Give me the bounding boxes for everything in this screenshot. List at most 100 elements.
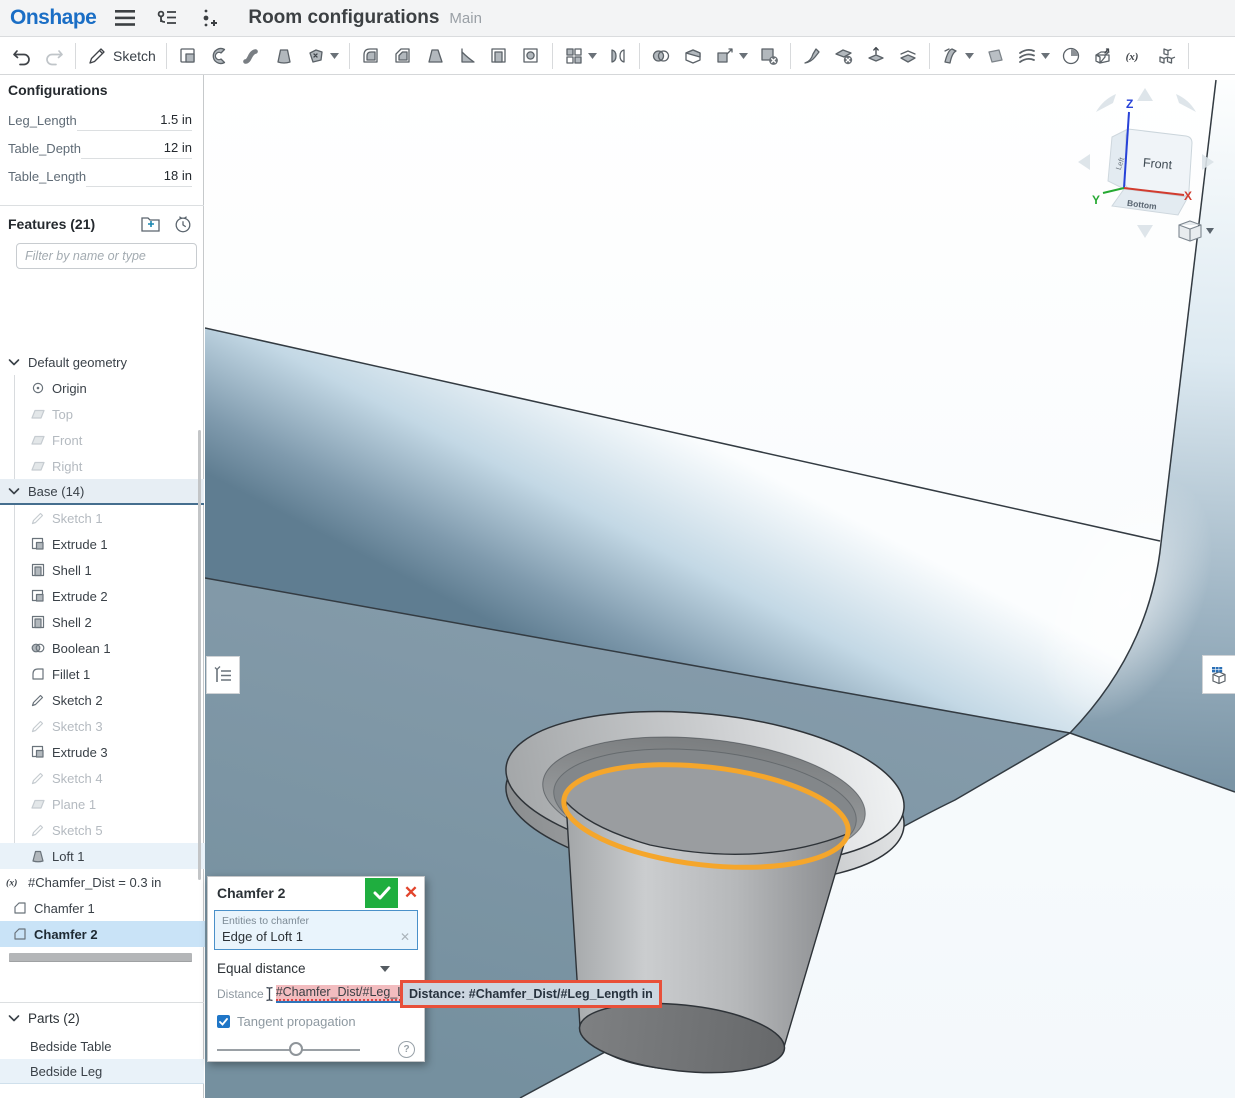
helix-icon: [1016, 45, 1038, 67]
config-row[interactable]: Table_Depth 12 in: [8, 132, 192, 159]
clear-selection-icon[interactable]: ✕: [400, 930, 410, 944]
create-version-button[interactable]: [196, 5, 222, 31]
dialog-header[interactable]: Chamfer 2 ✕: [208, 877, 424, 909]
chevron-down-icon: [739, 53, 748, 59]
feature-list-toggle-button[interactable]: [206, 656, 240, 694]
move-face-button[interactable]: [860, 41, 892, 71]
chevron-down-icon: [965, 53, 974, 59]
distance-input[interactable]: #Chamfer_Dist/#Leg_L: [276, 985, 414, 1003]
panel-scrollbar[interactable]: [198, 430, 201, 880]
config-row[interactable]: Table_Length 18 in: [8, 160, 192, 187]
circular-pattern-button[interactable]: [1055, 41, 1087, 71]
feature-row[interactable]: Default geometry: [0, 349, 210, 375]
feature-row[interactable]: Origin: [0, 375, 234, 401]
shell-button[interactable]: [483, 41, 515, 71]
primitives-button[interactable]: [1151, 41, 1183, 71]
top-bar: Onshape Room configurations Main: [0, 0, 1235, 37]
help-icon[interactable]: ?: [398, 1041, 415, 1058]
config-value[interactable]: 1.5 in: [77, 112, 192, 131]
extrude-button[interactable]: [172, 41, 204, 71]
cancel-button[interactable]: ✕: [398, 878, 424, 908]
variable-button[interactable]: (x): [1119, 41, 1151, 71]
tangent-propagation-row[interactable]: Tangent propagation: [208, 1005, 424, 1029]
new-folder-icon[interactable]: [140, 214, 162, 234]
divider: [0, 1002, 204, 1003]
hole-button[interactable]: [515, 41, 547, 71]
distance-row: Distance #Chamfer_Dist/#Leg_L: [208, 982, 424, 1005]
distance-value-selected[interactable]: #Chamfer_Dist/#Leg_L: [276, 985, 405, 1001]
extrude-icon: [30, 744, 46, 760]
replace-face-button[interactable]: [892, 41, 924, 71]
entities-to-chamfer-field[interactable]: Entities to chamfer Edge of Loft 1 ✕: [214, 910, 418, 950]
slider-knob[interactable]: [289, 1042, 303, 1056]
chevron-down-icon: [330, 53, 339, 59]
chamfer-dialog: Chamfer 2 ✕ Entities to chamfer Edge of …: [207, 876, 425, 1062]
delete-part-button[interactable]: [753, 41, 785, 71]
chamfer-button[interactable]: [387, 41, 419, 71]
graphics-area[interactable]: Front Left Bottom Z X Y: [205, 75, 1235, 1098]
feature-row[interactable]: Top: [0, 401, 234, 427]
chamfer-type-select[interactable]: Equal distance: [208, 956, 424, 982]
offset-surface-button[interactable]: [935, 41, 979, 71]
draft-button[interactable]: [419, 41, 451, 71]
dialog-slider[interactable]: [217, 1049, 360, 1051]
undo-button[interactable]: [6, 41, 38, 71]
distance-tooltip: Distance: #Chamfer_Dist/#Leg_Length in: [400, 980, 662, 1008]
rib-button[interactable]: [451, 41, 483, 71]
document-title: Room configurations: [248, 7, 439, 29]
sheet-metal-button[interactable]: [1087, 41, 1119, 71]
transform-button[interactable]: [709, 41, 753, 71]
version-tree-button[interactable]: [154, 5, 180, 31]
sweep-button[interactable]: [236, 41, 268, 71]
toolbar-separator: [166, 43, 167, 69]
feature-label: Extrude 3: [52, 745, 108, 760]
tangent-propagation-checkbox[interactable]: [217, 1015, 230, 1028]
chamfer-type-value: Equal distance: [217, 961, 306, 976]
hole-icon: [520, 45, 542, 67]
rollback-bar[interactable]: [9, 953, 192, 962]
sketch-button[interactable]: Sketch: [81, 41, 161, 71]
main-menu-button[interactable]: [112, 5, 138, 31]
redo-button[interactable]: [38, 41, 70, 71]
revolve-button[interactable]: [204, 41, 236, 71]
split-button[interactable]: [677, 41, 709, 71]
svg-text:(x): (x): [6, 878, 17, 889]
feature-label: Sketch 5: [52, 823, 103, 838]
delete-face-button[interactable]: [828, 41, 860, 71]
boolean-icon: [30, 640, 46, 656]
feature-label: Boolean 1: [52, 641, 111, 656]
history-icon[interactable]: [172, 214, 194, 234]
parts-header-row[interactable]: Parts (2): [6, 1010, 80, 1026]
configuration-panel-toggle-button[interactable]: [1202, 655, 1235, 694]
feature-filter-input[interactable]: [16, 243, 197, 269]
feature-row-base-folder[interactable]: Base (14): [0, 479, 204, 505]
mirror-button[interactable]: [602, 41, 634, 71]
part-row[interactable]: Bedside Table: [0, 1034, 204, 1059]
feature-row-variable[interactable]: (x) #Chamfer_Dist = 0.3 in: [0, 869, 210, 895]
feature-label: Extrude 2: [52, 589, 108, 604]
feature-label: #Chamfer_Dist = 0.3 in: [28, 875, 161, 890]
linear-pattern-button[interactable]: [558, 41, 602, 71]
confirm-button[interactable]: [365, 878, 398, 908]
helix-button[interactable]: [1011, 41, 1055, 71]
plane-button[interactable]: [979, 41, 1011, 71]
feature-row-chamfer-2[interactable]: Chamfer 2: [0, 921, 216, 947]
fillet-button[interactable]: [355, 41, 387, 71]
chamfer-icon: [12, 926, 28, 942]
sketch-icon: [30, 770, 46, 786]
part-row-bedside-leg[interactable]: Bedside Leg: [0, 1059, 204, 1084]
feature-row[interactable]: Chamfer 1: [0, 895, 216, 921]
create-version-icon: [200, 7, 218, 29]
thicken-button[interactable]: [300, 41, 344, 71]
loft-button[interactable]: [268, 41, 300, 71]
view-cube-front-label[interactable]: Front: [1142, 156, 1173, 173]
fillet-face-button[interactable]: [796, 41, 828, 71]
onshape-logo[interactable]: Onshape: [10, 6, 96, 30]
config-row[interactable]: Leg_Length 1.5 in: [8, 104, 192, 131]
config-value[interactable]: 18 in: [86, 168, 192, 187]
feature-label: Front: [52, 433, 82, 448]
delete-face-icon: [833, 45, 855, 67]
feature-label: Default geometry: [28, 355, 127, 370]
boolean-button[interactable]: [645, 41, 677, 71]
config-value[interactable]: 12 in: [81, 140, 192, 159]
